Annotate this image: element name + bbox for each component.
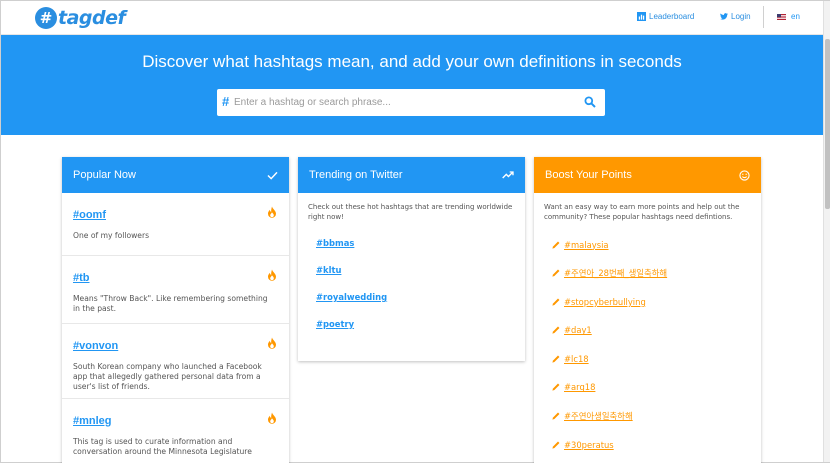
page-scrollbar[interactable] [823,1,830,462]
hashtag-link[interactable]: #mnleg [73,415,112,427]
boost-list: #malaysia #주연아_28번째_생일축하해 #stopcyberbull… [534,222,761,451]
trending-title: Trending on Twitter [309,169,403,181]
boost-hashtag-link[interactable]: #30peratus [564,440,614,450]
trending-hashtag-link[interactable]: #kltu [316,265,507,275]
search-bar: # [217,89,605,116]
list-item: #oomf One of my followers [62,193,289,256]
hash-icon: # [222,94,230,109]
site-logo[interactable]: # tagdef [35,6,126,30]
hashtag-link[interactable]: #tb [73,272,90,284]
list-item: #mnleg This tag is used to curate inform… [62,399,289,463]
leaderboard-label: Leaderboard [649,12,695,21]
boost-hashtag-link[interactable]: #day1 [564,325,592,335]
trending-hashtag-link[interactable]: #royalwedding [316,292,507,302]
checkmark-icon [267,171,278,180]
boost-list-item: #30peratus [552,438,743,451]
fire-icon [268,269,276,281]
hashtag-description: One of my followers [73,231,150,240]
boost-points-card: Boost Your Points Want an easy way to ea… [534,157,761,463]
boost-header: Boost Your Points [534,157,761,193]
bar-chart-icon [637,12,646,21]
leaderboard-link[interactable]: Leaderboard [637,12,694,21]
hashtag-description: South Korean company who launched a Face… [73,362,262,391]
language-selector[interactable]: en [777,12,800,21]
pencil-icon [552,269,560,277]
boost-list-item: #lc18 [552,352,743,365]
language-label: en [791,12,800,21]
boost-title: Boost Your Points [545,169,632,181]
popular-now-title: Popular Now [73,169,136,181]
fire-icon [268,337,276,349]
boost-list-item: #malaysia [552,238,743,251]
popular-now-header: Popular Now [62,157,289,193]
us-flag-icon [777,13,786,20]
trending-twitter-card: Trending on Twitter Check out these hot … [298,157,525,361]
boost-hashtag-link[interactable]: #주연아_28번째_생일축하해 [564,267,667,279]
trending-hashtag-link[interactable]: #poetry [316,319,507,329]
pencil-icon [552,441,560,449]
search-icon[interactable] [584,96,596,108]
scrollbar-thumb[interactable] [825,39,830,209]
hashtag-link[interactable]: #oomf [73,209,106,221]
login-label: Login [731,12,751,21]
trending-intro: Check out these hot hashtags that are tr… [308,203,513,221]
logo-text: tagdef [58,7,126,29]
boost-list-item: #주연아생일축하해 [552,410,743,423]
boost-list-item: #arg18 [552,381,743,394]
smiley-icon [739,169,750,181]
logo-hash-badge: # [35,7,57,29]
trending-up-icon [502,171,514,179]
boost-hashtag-link[interactable]: #malaysia [564,240,609,250]
boost-list-item: #stopcyberbullying [552,295,743,308]
boost-list-item: #day1 [552,324,743,337]
hero-title: Discover what hashtags mean, and add you… [142,52,682,71]
trending-hashtag-link[interactable]: #bbmas [316,238,507,248]
pencil-icon [552,355,560,363]
pencil-icon [552,241,560,249]
boost-hashtag-link[interactable]: #arg18 [564,382,595,392]
boost-intro: Want an easy way to earn more points and… [544,203,740,221]
twitter-icon [720,13,728,20]
login-link[interactable]: Login [720,12,751,21]
fire-icon [268,206,276,218]
pencil-icon [552,412,560,420]
top-navbar: # tagdef Leaderboard Login en [1,1,823,35]
list-item: #tb Means "Throw Back". Like remembering… [62,256,289,324]
trending-list: #bbmas #kltu #royalwedding #poetry [298,222,525,329]
boost-list-item: #주연아_28번째_생일축하해 [552,267,743,280]
fire-icon [268,412,276,424]
hashtag-description: Means "Throw Back". Like remembering som… [73,294,268,313]
boost-hashtag-link[interactable]: #stopcyberbullying [564,297,646,307]
pencil-icon [552,384,560,392]
popular-now-card: Popular Now #oomf One of my followers #t… [62,157,289,463]
boost-hashtag-link[interactable]: #lc18 [564,354,589,364]
nav-divider [763,6,764,28]
pencil-icon [552,298,560,306]
pencil-icon [552,326,560,334]
boost-hashtag-link[interactable]: #주연아생일축하해 [564,410,633,422]
list-item: #vonvon South Korean company who launche… [62,324,289,399]
search-input[interactable] [234,93,574,112]
trending-header: Trending on Twitter [298,157,525,193]
hero-banner: Discover what hashtags mean, and add you… [1,35,823,135]
hashtag-link[interactable]: #vonvon [73,340,118,352]
hashtag-description: This tag is used to curate information a… [73,437,252,456]
